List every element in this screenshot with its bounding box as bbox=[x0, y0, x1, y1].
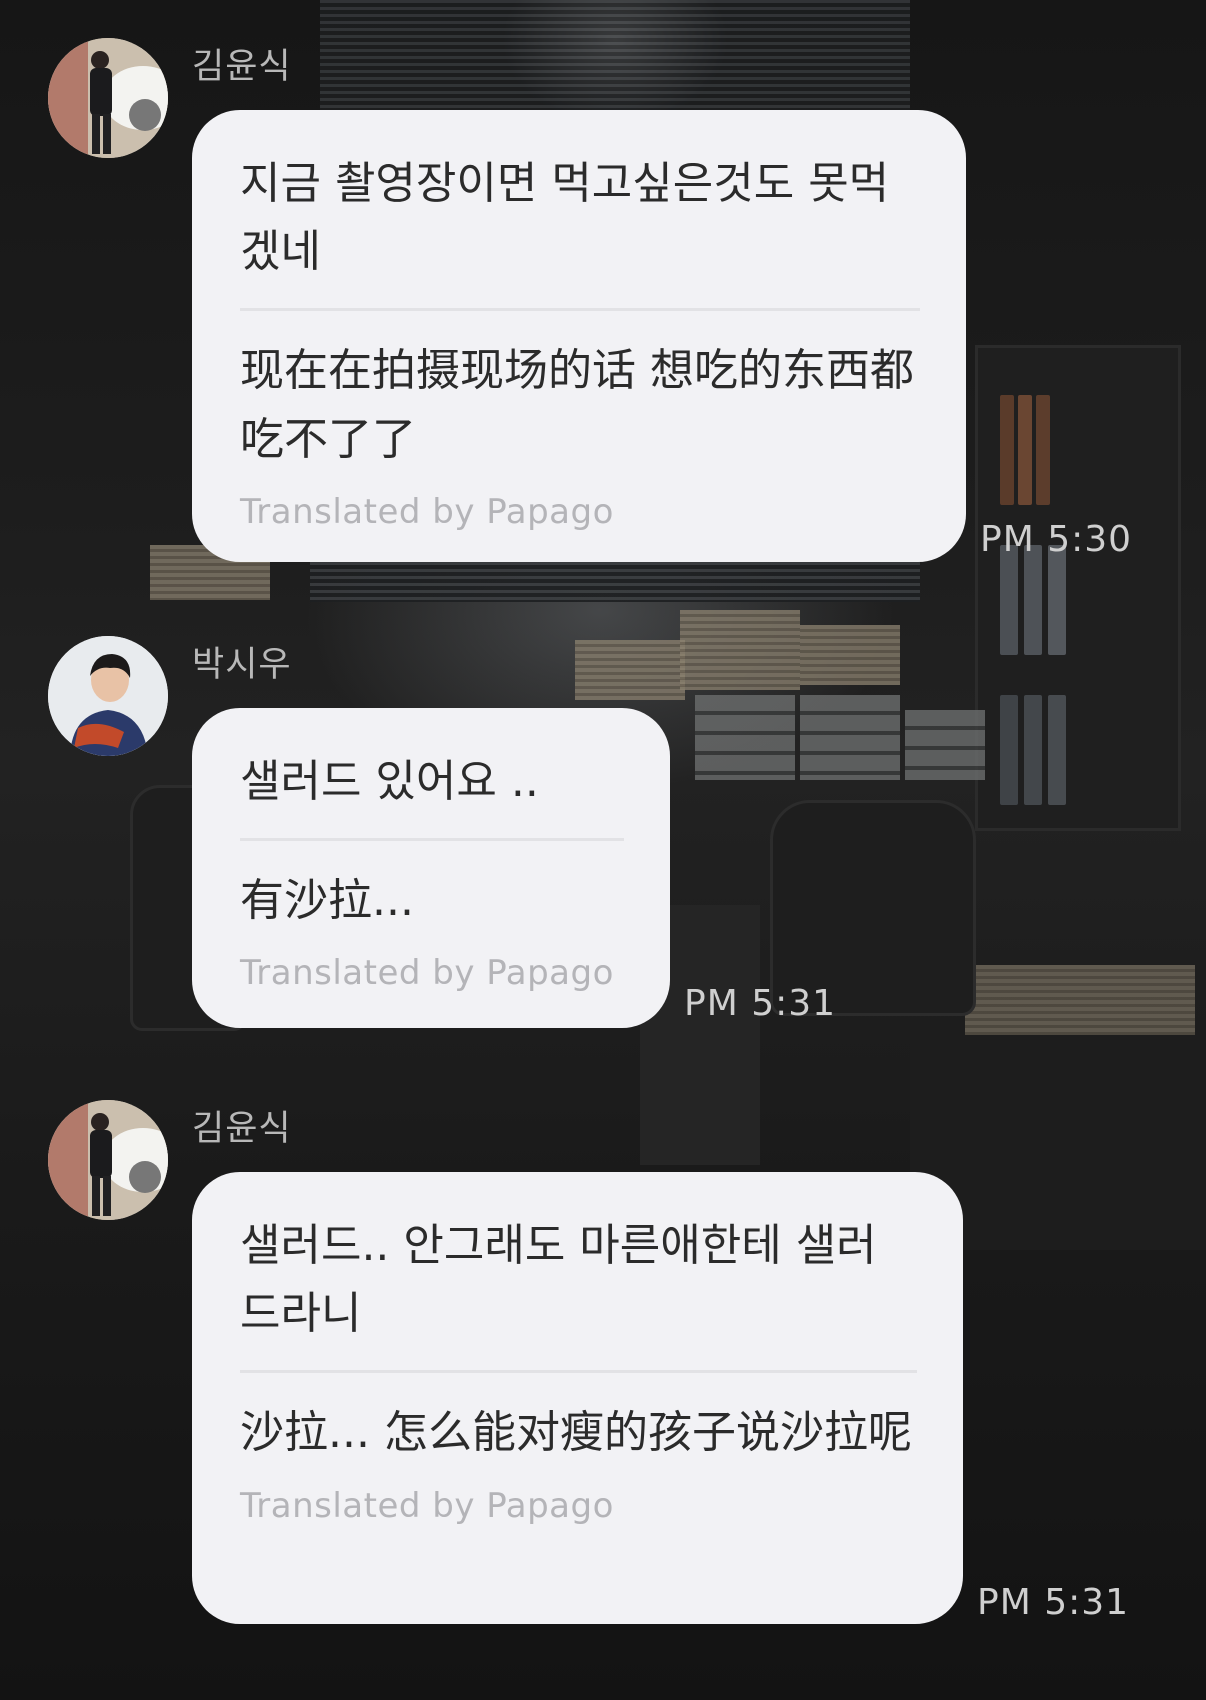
message-time: PM 5:31 bbox=[684, 983, 837, 1024]
paper-stack bbox=[680, 610, 800, 690]
message-bubble[interactable]: 샐러드.. 안그래도 마른애한테 샐러드라니 沙拉... 怎么能对瘦的孩子说沙拉… bbox=[192, 1172, 963, 1624]
translated-text: 有沙拉... bbox=[240, 875, 414, 927]
message-bubble[interactable]: 지금 촬영장이면 먹고싶은것도 못먹겠네 现在在拍摄现场的话 想吃的东西都吃不了… bbox=[192, 110, 966, 562]
message-bubble[interactable]: 샐러드 있어요 .. 有沙拉... Translated by Papago bbox=[192, 708, 670, 1028]
translated-text: 沙拉... 怎么能对瘦的孩子说沙拉呢 bbox=[240, 1407, 912, 1459]
translation-credit: Translated by Papago bbox=[240, 953, 614, 994]
book bbox=[1000, 395, 1014, 505]
sender-name: 김윤식 bbox=[192, 1109, 292, 1149]
message-time: PM 5:31 bbox=[977, 1582, 1130, 1623]
message-text: 샐러드 있어요 .. bbox=[240, 756, 539, 807]
avatar[interactable] bbox=[48, 1100, 168, 1220]
message-text: 지금 촬영장이면 먹고싶은것도 못먹겠네 bbox=[240, 158, 890, 278]
sender-name: 박시우 bbox=[192, 645, 292, 685]
translation-credit: Translated by Papago bbox=[240, 491, 614, 532]
translation-credit: Translated by Papago bbox=[240, 1485, 614, 1526]
book bbox=[1036, 395, 1050, 505]
translation-divider bbox=[240, 1370, 917, 1374]
drawer-cabinet bbox=[695, 695, 795, 780]
avatar[interactable] bbox=[48, 636, 168, 756]
binder bbox=[1000, 545, 1018, 655]
drawer-cabinet bbox=[905, 710, 985, 780]
drawer-cabinet bbox=[800, 695, 900, 780]
translation-divider bbox=[240, 838, 624, 842]
window-blinds-top bbox=[320, 0, 910, 110]
message-time: PM 5:30 bbox=[980, 519, 1133, 560]
avatar-photo-icon bbox=[48, 38, 168, 158]
binder bbox=[1024, 545, 1042, 655]
binder bbox=[1048, 695, 1066, 805]
book bbox=[1018, 395, 1032, 505]
binder bbox=[1000, 695, 1018, 805]
avatar-photo-icon bbox=[48, 1100, 168, 1220]
binder bbox=[1024, 695, 1042, 805]
translated-text: 现在在拍摄现场的话 想吃的东西都吃不了了 bbox=[240, 345, 914, 465]
paper-stack bbox=[965, 965, 1195, 1035]
translation-divider bbox=[240, 308, 920, 312]
avatar-photo-icon bbox=[48, 636, 168, 756]
avatar[interactable] bbox=[48, 38, 168, 158]
binder bbox=[1048, 545, 1066, 655]
paper-stack bbox=[575, 640, 685, 700]
window-blinds-middle bbox=[310, 562, 920, 602]
message-text: 샐러드.. 안그래도 마른애한테 샐러드라니 bbox=[240, 1220, 877, 1340]
paper-stack bbox=[800, 625, 900, 685]
sender-name: 김윤식 bbox=[192, 47, 292, 87]
